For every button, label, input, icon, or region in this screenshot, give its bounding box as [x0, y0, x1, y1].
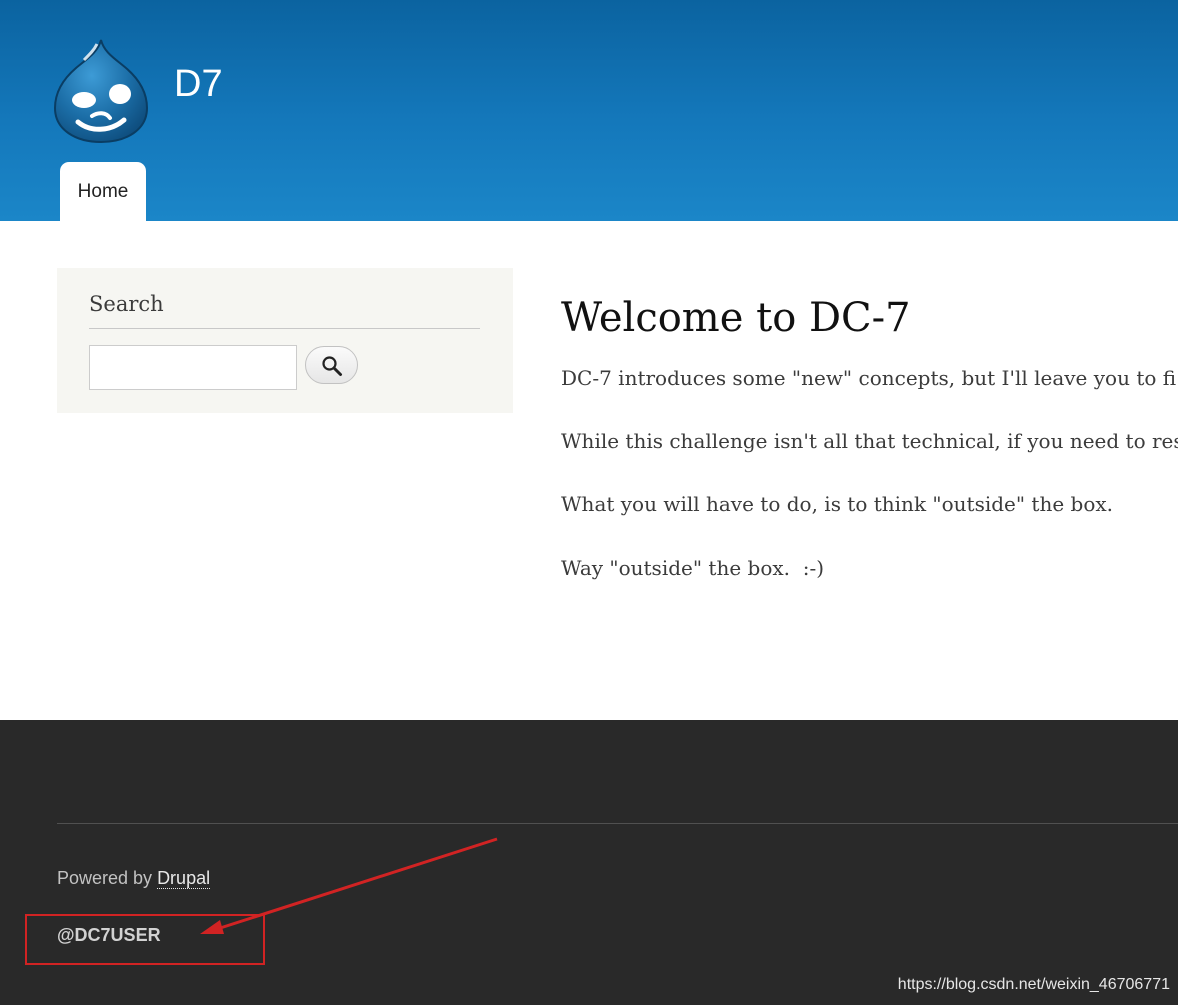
- content-area: Search Welcome to DC-7 DC-7 introduces s…: [0, 0, 1178, 720]
- content-paragraph: While this challenge isn't all that tech…: [561, 429, 1178, 453]
- search-block: Search: [57, 268, 513, 413]
- search-block-title: Search: [89, 292, 164, 316]
- site-footer: Powered by Drupal @DC7USER https://blog.…: [0, 720, 1178, 1005]
- content-paragraph: DC-7 introduces some "new" concepts, but…: [561, 366, 1177, 390]
- page-title: Welcome to DC-7: [561, 295, 911, 341]
- watermark-text: https://blog.csdn.net/weixin_46706771: [897, 976, 1170, 993]
- search-icon: [322, 356, 342, 376]
- annotation-arrow-icon: [200, 837, 498, 934]
- search-input[interactable]: [89, 345, 297, 390]
- block-divider: [89, 328, 480, 329]
- content-paragraph: What you will have to do, is to think "o…: [561, 492, 1114, 516]
- content-paragraph: Way "outside" the box. :-): [561, 556, 825, 580]
- search-button[interactable]: [305, 346, 358, 384]
